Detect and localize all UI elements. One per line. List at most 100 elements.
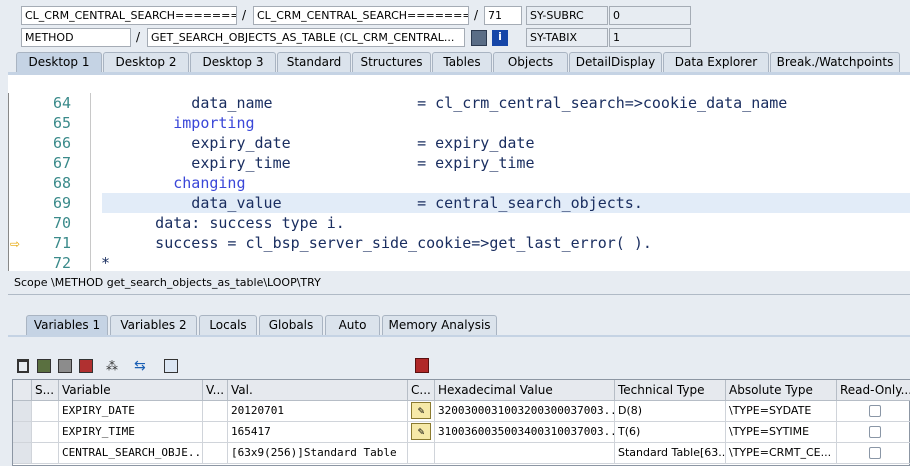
grid-header[interactable]: Variable — [59, 380, 203, 401]
tab-var-3[interactable]: Locals — [199, 315, 257, 335]
save-list-icon[interactable] — [79, 359, 93, 373]
tab-var-1[interactable]: Variables 1 — [26, 315, 108, 335]
code-editor[interactable]: 64 data_name = cl_crm_central_search=>co… — [8, 93, 910, 271]
read-only-cell[interactable] — [837, 401, 910, 422]
tab-desk-3[interactable]: Desktop 3 — [190, 52, 276, 72]
variable-cell[interactable]: EXPIRY_DATE — [59, 401, 203, 422]
status-cell[interactable] — [32, 443, 59, 464]
row-selector[interactable] — [13, 443, 32, 464]
list-icon[interactable] — [471, 30, 487, 46]
grid-corner[interactable] — [13, 380, 32, 401]
tab-var-6[interactable]: Memory Analysis — [382, 315, 497, 335]
change-cell[interactable] — [408, 443, 435, 464]
v-cell[interactable] — [203, 443, 228, 464]
value-cell[interactable]: [63x9(256)]Standard Table — [228, 443, 408, 464]
variables-grid[interactable]: S... Variable V... Val. C... Hexadecimal Valu… — [12, 379, 910, 466]
row-selector[interactable] — [13, 401, 32, 422]
hex-cell[interactable] — [435, 443, 615, 464]
variable-cell[interactable]: CENTRAL_SEARCH_OBJE... — [59, 443, 203, 464]
v-cell[interactable] — [203, 422, 228, 443]
tree-icon[interactable]: ⁂ — [106, 359, 122, 373]
v-cell[interactable] — [203, 401, 228, 422]
pencil-icon[interactable]: ✎ — [411, 423, 431, 440]
detail-icon[interactable] — [164, 359, 178, 373]
hex-cell[interactable]: 3100360035003400310037003... — [435, 422, 615, 443]
current-line-arrow-icon: ⇨ — [10, 237, 21, 251]
event-name-field[interactable]: GET_SEARCH_OBJECTS_AS_TABLE (CL_CRM_CENT… — [147, 28, 465, 47]
tab-desk-8[interactable]: DetailDisplay — [569, 52, 662, 72]
code-token: changing — [101, 174, 246, 192]
tech-type-cell[interactable]: Standard Table[63... — [615, 443, 726, 464]
code-line: expiry_time = expiry_time — [101, 153, 534, 173]
line-number: 69 — [52, 194, 71, 212]
abs-type-cell[interactable]: \TYPE=CRMT_CE... — [726, 443, 837, 464]
hex-cell[interactable]: 3200300031003200300037003... — [435, 401, 615, 422]
line-number-field[interactable]: 71 — [484, 6, 522, 25]
abs-type-cell[interactable]: \TYPE=SYDATE — [726, 401, 837, 422]
read-only-checkbox[interactable] — [869, 447, 881, 459]
code-line: expiry_date = expiry_date — [101, 133, 534, 153]
grid-header[interactable]: Absolute Type — [726, 380, 837, 401]
line-number: 66 — [52, 134, 71, 152]
read-only-checkbox[interactable] — [869, 426, 881, 438]
variable-list-icon[interactable] — [37, 359, 51, 373]
tab-desk-6[interactable]: Tables — [432, 52, 492, 72]
code-line: data: success type i. — [101, 213, 345, 233]
load-icon[interactable] — [58, 359, 72, 373]
tab-desk-7[interactable]: Objects — [493, 52, 568, 72]
grid-header[interactable]: Read-Only... — [837, 380, 910, 401]
tab-desk-1[interactable]: Desktop 1 — [16, 52, 102, 73]
read-only-cell[interactable] — [837, 443, 910, 464]
tech-type-cell[interactable]: D(8) — [615, 401, 726, 422]
grid-header[interactable]: Val. — [228, 380, 408, 401]
code-token: data_value = central_search_objects. — [101, 194, 643, 212]
navigate-icon[interactable]: ⇆ — [134, 358, 150, 374]
row-selector[interactable] — [13, 422, 32, 443]
code-token: data_name = — [101, 94, 436, 112]
code-token: expiry_time = expiry_time — [101, 154, 535, 172]
line-number: 67 — [52, 154, 71, 172]
tab-desk-10[interactable]: Break./Watchpoints — [770, 52, 900, 72]
abs-type-cell[interactable]: \TYPE=SYTIME — [726, 422, 837, 443]
tech-type-cell[interactable]: T(6) — [615, 422, 726, 443]
variable-cell[interactable]: EXPIRY_TIME — [59, 422, 203, 443]
tab-var-4[interactable]: Globals — [259, 315, 323, 335]
event-type-field[interactable]: METHOD — [21, 28, 131, 47]
scope-label: Scope \METHOD get_search_objects_as_tabl… — [14, 276, 321, 289]
save-icon[interactable] — [415, 358, 429, 373]
delete-icon[interactable] — [17, 359, 29, 373]
code-line: importing — [101, 113, 254, 133]
code-top-padding — [8, 75, 910, 93]
info-icon[interactable]: i — [492, 30, 508, 46]
tab-desk-9[interactable]: Data Explorer — [663, 52, 769, 72]
line-number: 64 — [52, 94, 71, 112]
tab-desk-5[interactable]: Structures — [352, 52, 431, 72]
grid-header[interactable]: S... — [32, 380, 59, 401]
code-line: data_value = central_search_objects. — [101, 193, 643, 213]
grid-header[interactable]: C... — [408, 380, 435, 401]
code-token: * — [101, 254, 111, 271]
grid-header[interactable]: Hexadecimal Value — [435, 380, 615, 401]
pencil-icon[interactable]: ✎ — [411, 402, 431, 419]
change-cell[interactable]: ✎ — [408, 401, 435, 422]
value-cell[interactable]: 165417 — [228, 422, 408, 443]
program-field[interactable]: CL_CRM_CENTRAL_SEARCH========= — [21, 6, 237, 25]
value-cell[interactable]: 20120701 — [228, 401, 408, 422]
line-number: 70 — [52, 214, 71, 232]
tab-var-5[interactable]: Auto — [325, 315, 380, 335]
status-cell[interactable] — [32, 401, 59, 422]
sy-tabix-label: SY-TABIX — [526, 28, 608, 47]
read-only-cell[interactable] — [837, 422, 910, 443]
grid-header[interactable]: V... — [203, 380, 228, 401]
status-cell[interactable] — [32, 422, 59, 443]
tab-desk-2[interactable]: Desktop 2 — [103, 52, 189, 72]
change-cell[interactable]: ✎ — [408, 422, 435, 443]
read-only-checkbox[interactable] — [869, 405, 881, 417]
tab-desk-4[interactable]: Standard — [277, 52, 351, 72]
code-token: success = cl_bsp_server_side_cookie=>get… — [101, 234, 652, 252]
tab-var-2[interactable]: Variables 2 — [110, 315, 197, 335]
line-number: 71 — [52, 234, 71, 252]
include-field[interactable]: CL_CRM_CENTRAL_SEARCH========= — [253, 6, 469, 25]
code-token: data: success type i. — [101, 214, 345, 232]
grid-header[interactable]: Technical Type — [615, 380, 726, 401]
